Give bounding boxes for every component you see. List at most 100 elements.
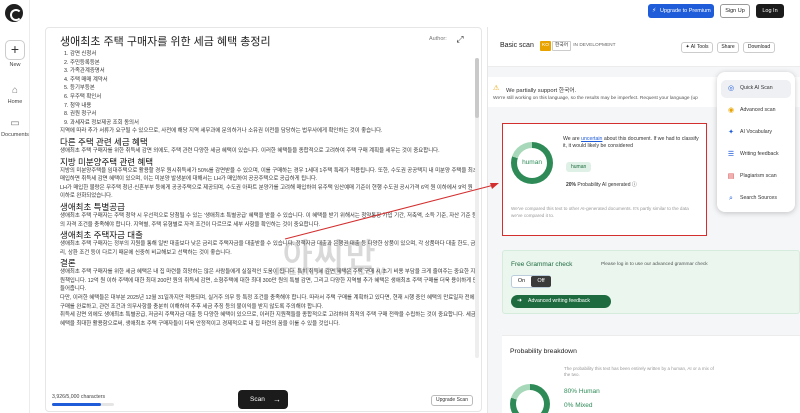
sources-icon: ⌕: [729, 195, 733, 202]
plagiarism-icon: ▤: [727, 173, 735, 180]
scan-mode-title: Basic scan: [500, 42, 534, 49]
list-item: 6. 무주택 확인서: [64, 93, 102, 100]
documents-icon[interactable]: ▭: [9, 118, 21, 129]
language-badge: KO 한국어 IN DEVELOPMENT: [540, 41, 616, 51]
tool-label: Writing feedback: [740, 151, 779, 157]
advanced-scan-icon: ◉: [727, 107, 735, 114]
tool-label: AI Vocabulary: [740, 129, 773, 135]
human-badge: human: [566, 162, 592, 172]
list-item: 5. 등기부등본: [64, 85, 95, 92]
upgrade-scan-button[interactable]: Upgrade Scan: [431, 395, 473, 406]
list-item: 4. 주택 매매 계약서: [64, 76, 108, 83]
document-text-area[interactable]: 1. 감면 신청서 2. 주민등록등본 3. 가족관계증명서 4. 주택 매매 …: [60, 50, 478, 368]
toggle-on[interactable]: On: [512, 276, 531, 287]
list-item: 1. 감면 신청서: [64, 51, 97, 57]
list-item: 3. 가족관계증명서: [64, 68, 105, 75]
upgrade-premium-button[interactable]: Upgrade to Premium: [648, 4, 714, 18]
scan-button[interactable]: Scan →: [238, 390, 288, 409]
tool-label: Search Sources: [740, 195, 777, 201]
ai-tools-button[interactable]: ✦ AI Tools: [681, 42, 713, 53]
tool-label: Plagiarism scan: [740, 173, 777, 179]
results-toolbar: Basic scan KO 한국어 IN DEVELOPMENT ✦ AI Tool…: [488, 27, 800, 67]
language-notice-title: We partially support 한국어.: [506, 88, 577, 94]
character-count: 3,926/5,000 characters: [52, 394, 106, 400]
tool-search-sources[interactable]: ⌕ Search Sources: [721, 190, 791, 208]
vocabulary-icon: ✦: [728, 129, 734, 136]
download-button[interactable]: Download: [743, 42, 775, 53]
grammar-message: Please log in to use our advanced gramma…: [601, 262, 708, 267]
verdict-pre: We are: [563, 136, 582, 142]
language-code: KO: [540, 41, 551, 51]
arrow-right-icon: →: [273, 395, 281, 404]
documents-label[interactable]: Documents: [0, 132, 30, 138]
paragraph: 지방의 미분양주택을 임대주택으로 활용할 경우 원시취득세가 50%를 감면받…: [60, 167, 478, 183]
paragraph: 생애최초 주택 구매자를 위한 취득세 감면 외에도, 주택 관련 다양한 세금…: [60, 147, 440, 154]
info-icon[interactable]: ⓘ: [632, 182, 637, 188]
new-document-button[interactable]: +: [5, 40, 25, 60]
tool-ai-vocabulary[interactable]: ✦ AI Vocabulary: [721, 124, 791, 142]
log-in-button[interactable]: Log In: [756, 4, 784, 18]
scan-icon: ◎: [727, 85, 735, 92]
home-label[interactable]: Home: [0, 99, 30, 105]
author-label: Author:: [429, 36, 447, 42]
watermark-text: JTENNAGOM.COM: [274, 266, 386, 278]
feedback-icon: ☰: [727, 151, 735, 158]
home-icon[interactable]: ⌂: [9, 85, 21, 96]
advanced-writing-feedback-button[interactable]: Advanced writing feedback: [511, 295, 611, 308]
new-label[interactable]: New: [0, 62, 30, 68]
gptzero-logo-icon[interactable]: [5, 4, 23, 22]
probability-breakdown-card: Probability breakdown The probability th…: [502, 335, 800, 413]
document-editor: 생애최초 주택 구매자를 위한 세금 혜택 총정리 Author: ⤢ 1. 감…: [45, 27, 482, 412]
breakdown-title: Probability breakdown: [510, 348, 577, 355]
app-root: + New ⌂ Home ▭ Documents Upgrade to Prem…: [0, 0, 800, 413]
paragraph: 생애최초 주택 구매자는 주택 청약 시 우선적으로 당첨될 수 있는 '생애최…: [60, 212, 477, 228]
tool-plagiarism-scan[interactable]: ▤ Plagiarism scan: [721, 168, 791, 186]
ai-tools-label: AI Tools: [690, 44, 709, 50]
probability-ai-value: 20%: [566, 182, 577, 188]
character-progress-fill: [52, 403, 101, 406]
paragraph: LH가 매입한 물량은 무주택 청년·신혼부부 등에게 공공주택으로 제공되며,…: [60, 184, 473, 200]
language-native: 한국어: [551, 41, 572, 51]
grammar-toggle[interactable]: On Off: [511, 275, 551, 288]
list-item: 7. 청약 내용: [64, 102, 92, 109]
result-donut-label: human: [522, 159, 542, 166]
probability-ai: 20% Probability AI generated ⓘ: [566, 181, 637, 188]
document-title[interactable]: 생애최초 주택 구매자를 위한 세금 혜택 총정리: [60, 33, 271, 49]
verdict-text: We are uncertain about this document. If…: [563, 136, 703, 150]
list-item: 9. 과세자료 정보제공 조회 동의서: [64, 119, 139, 126]
share-button[interactable]: Share: [717, 42, 739, 53]
breakdown-donut-chart: [510, 384, 550, 413]
toggle-off[interactable]: Off: [531, 276, 551, 287]
grammar-card: Free Grammar check Please log in to use …: [502, 250, 800, 314]
scan-button-label: Scan: [250, 396, 265, 403]
section-heading: 다른 주택 관련 세금 혜택: [60, 136, 148, 147]
ai-tools-menu: ◎ Quick AI Scan ◉ Advanced scan ✦ AI Voc…: [717, 72, 795, 212]
result-card: human We are uncertain about this docume…: [502, 123, 707, 236]
expand-icon[interactable]: ⤢: [454, 33, 466, 45]
sign-up-button[interactable]: Sign Up: [720, 4, 750, 18]
breakdown-description: The probability this text has been entir…: [564, 366, 714, 377]
document-list: 1. 감면 신청서 2. 주민등록등본 3. 가족관계증명서 4. 주택 매매 …: [60, 50, 478, 127]
paragraph: 다만, 이러한 혜택들은 대부분 2025년 12월 31일까지만 적용되며, …: [60, 295, 475, 310]
left-rail: + New ⌂ Home ▭ Documents: [0, 0, 30, 413]
list-item: 2. 주민등록등본: [64, 59, 100, 66]
compare-note: We've compared this text to other AI-gen…: [511, 206, 689, 218]
probability-ai-label: Probability AI generated: [577, 182, 631, 188]
language-status: IN DEVELOPMENT: [573, 43, 616, 48]
verdict-link[interactable]: uncertain: [581, 136, 602, 142]
list-item: 8. 권원 청구서: [64, 111, 97, 118]
section-heading: 지방 미분양주택 관련 혜택: [60, 156, 154, 167]
tool-label: Advanced scan: [740, 107, 776, 113]
character-progress-bar: [52, 403, 114, 406]
tool-advanced-scan[interactable]: ◉ Advanced scan: [721, 102, 791, 120]
tool-quick-ai-scan[interactable]: ◎ Quick AI Scan: [721, 80, 791, 98]
paragraph: 취득세 감면 외에도 생애최초 특별공급, 저금리 주택자금 대출 등 다양한 …: [60, 312, 476, 327]
tool-writing-feedback[interactable]: ☰ Writing feedback: [721, 146, 791, 164]
tool-label: Quick AI Scan: [740, 85, 773, 91]
language-notice-detail[interactable]: We're still working on this language, so…: [493, 96, 698, 101]
warning-icon: ⚠: [493, 85, 500, 92]
breakdown-human: 80% Human: [564, 388, 600, 395]
editor-scrollbar-thumb[interactable]: [475, 58, 479, 118]
paragraph: 지역에 따라 추가 서류가 요구될 수 있으므로, 사전에 해당 지역 세무과에…: [60, 128, 383, 135]
breakdown-mixed: 0% Mixed: [564, 402, 593, 409]
